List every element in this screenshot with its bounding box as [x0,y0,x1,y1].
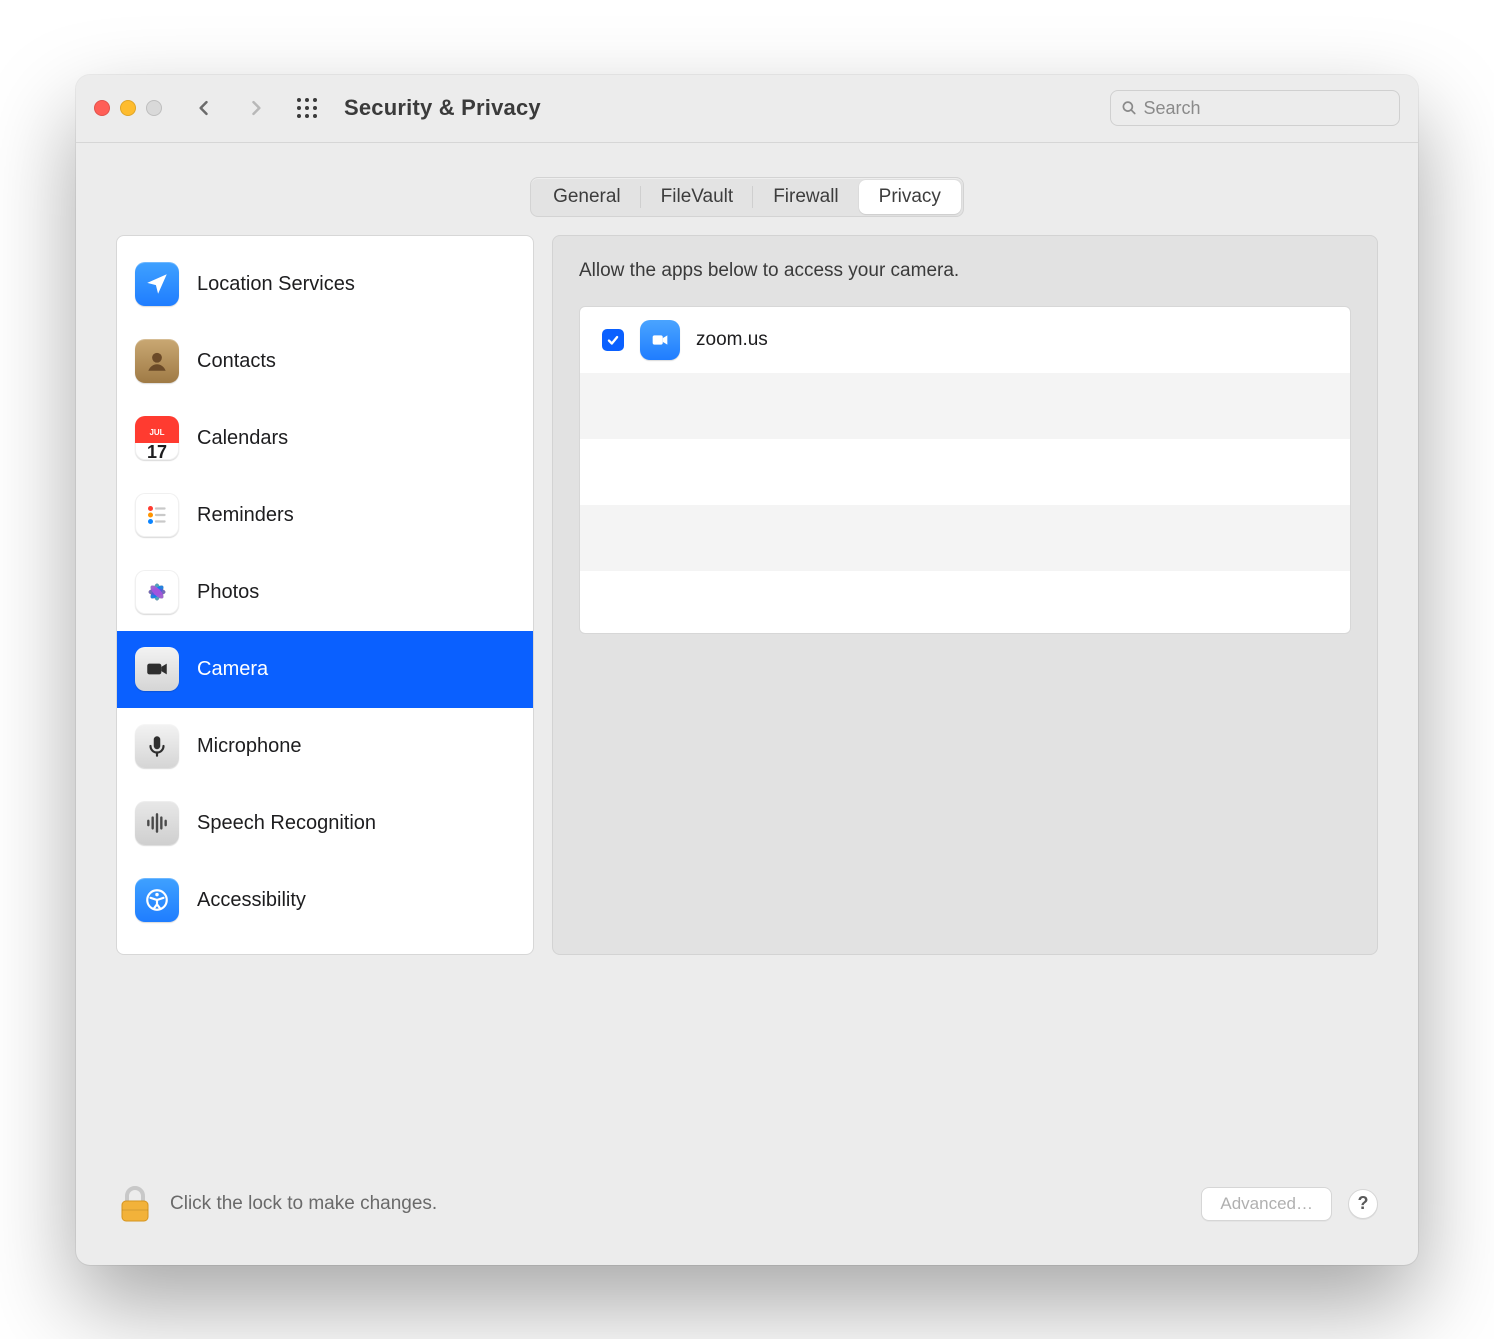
window-title: Security & Privacy [344,95,541,121]
zoom-window-button[interactable] [146,100,162,116]
sidebar-item-photos[interactable]: Photos [117,554,533,631]
tab-filevault[interactable]: FileVault [641,180,754,214]
sidebar-item-label: Calendars [197,427,288,450]
sidebar-item-label: Photos [197,581,259,604]
detail-heading: Allow the apps below to access your came… [579,260,1351,282]
app-row-empty [580,571,1350,634]
tab-firewall[interactable]: Firewall [753,180,858,214]
chevron-right-icon [246,98,266,118]
search-input[interactable] [1143,98,1389,119]
app-row-empty [580,439,1350,505]
detail-panel: Allow the apps below to access your came… [552,235,1378,955]
close-window-button[interactable] [94,100,110,116]
grid-icon [295,96,319,120]
minimize-window-button[interactable] [120,100,136,116]
microphone-icon [135,724,179,768]
sidebar-item-reminders[interactable]: Reminders [117,477,533,554]
sidebar-item-label: Contacts [197,350,276,373]
sidebar-item-label: Accessibility [197,889,306,912]
sidebar-item-contacts[interactable]: Contacts [117,323,533,400]
chevron-left-icon [194,98,214,118]
sidebar-item-label: Speech Recognition [197,812,376,835]
app-row-zoom-us[interactable]: zoom.us [580,307,1350,373]
sidebar-item-label: Location Services [197,273,355,296]
toolbar: Security & Privacy [76,75,1418,143]
preferences-window: Security & Privacy GeneralFileVaultFirew… [76,75,1418,1265]
tab-privacy[interactable]: Privacy [859,180,961,214]
search-icon [1121,99,1137,117]
lock-hint-text: Click the lock to make changes. [170,1193,437,1215]
sidebar-item-label: Reminders [197,504,294,527]
app-checkbox[interactable] [602,329,624,351]
zoom-app-icon [640,320,680,360]
tabs: GeneralFileVaultFirewallPrivacy [76,143,1418,235]
sidebar-item-accessibility[interactable]: Accessibility [117,862,533,939]
forward-button[interactable] [238,90,274,126]
tab-general[interactable]: General [533,180,641,214]
contacts-icon [135,339,179,383]
sidebar-item-label: Camera [197,658,268,681]
privacy-category-list[interactable]: Location Services Contacts JUL17 Calendars R… [116,235,534,955]
waveform-icon [135,801,179,845]
app-row-empty [580,373,1350,439]
photos-icon [135,570,179,614]
lock-button[interactable] [116,1183,154,1225]
search-field[interactable] [1110,90,1400,126]
sidebar-item-camera[interactable]: Camera [117,631,533,708]
reminders-icon [135,493,179,537]
help-button[interactable]: ? [1348,1189,1378,1219]
sidebar-item-label: Microphone [197,735,302,758]
lock-icon [118,1184,152,1224]
accessibility-icon [135,878,179,922]
app-name-label: zoom.us [696,329,768,351]
sidebar-item-speech[interactable]: Speech Recognition [117,785,533,862]
check-icon [606,333,620,347]
traffic-lights [94,100,162,116]
location-arrow-icon [135,262,179,306]
camera-icon [135,647,179,691]
app-permissions-table[interactable]: zoom.us [579,306,1351,634]
sidebar-item-calendars[interactable]: JUL17 Calendars [117,400,533,477]
calendar-icon: JUL17 [135,416,179,460]
content: Location Services Contacts JUL17 Calendars R… [76,235,1418,955]
show-all-button[interactable] [292,93,322,123]
sidebar-item-location[interactable]: Location Services [117,246,533,323]
footer: Click the lock to make changes. Advanced… [76,955,1418,1265]
sidebar-item-microphone[interactable]: Microphone [117,708,533,785]
app-row-empty [580,505,1350,571]
advanced-button[interactable]: Advanced… [1201,1187,1332,1221]
back-button[interactable] [186,90,222,126]
